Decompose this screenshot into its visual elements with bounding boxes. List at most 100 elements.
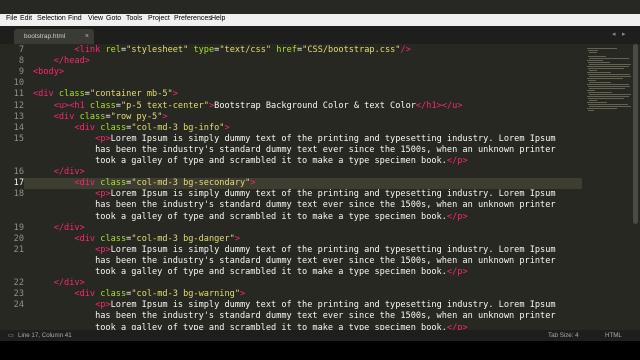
line-number: 11 bbox=[13, 89, 24, 100]
line-number: 18 bbox=[13, 189, 24, 200]
menu-find[interactable]: Find bbox=[68, 15, 82, 22]
code-line[interactable]: took a galley of type and scrambled it t… bbox=[33, 267, 468, 278]
minimap[interactable] bbox=[583, 44, 631, 330]
line-number bbox=[0, 156, 24, 167]
status-icon: ▭ bbox=[8, 332, 14, 339]
code-line[interactable]: <div class="col-md-3 bg-secondary"> bbox=[33, 178, 255, 189]
menu-preferences[interactable]: Preferences bbox=[174, 15, 212, 22]
minimap-line bbox=[587, 48, 617, 49]
scrollbar-thumb[interactable] bbox=[633, 44, 638, 224]
code-line[interactable]: <p>Lorem Ipsum is simply dummy text of t… bbox=[33, 189, 556, 200]
minimap-line bbox=[589, 64, 631, 65]
code-line[interactable]: </div> bbox=[33, 167, 85, 178]
menu-view[interactable]: View bbox=[88, 15, 103, 22]
minimap-line bbox=[588, 92, 612, 93]
code-line[interactable]: took a galley of type and scrambled it t… bbox=[33, 156, 468, 167]
code-line[interactable]: <p>Lorem Ipsum is simply dummy text of t… bbox=[33, 245, 556, 256]
line-number: 17 bbox=[13, 178, 24, 189]
minimap-line bbox=[589, 76, 631, 77]
line-number bbox=[0, 256, 24, 267]
code-line[interactable]: has been the industry's standard dummy t… bbox=[33, 311, 555, 322]
minimap-line bbox=[588, 80, 596, 81]
minimap-line bbox=[587, 84, 629, 85]
line-number: 22 bbox=[13, 278, 24, 289]
minimap-line bbox=[587, 66, 629, 67]
close-icon[interactable]: × bbox=[85, 29, 89, 44]
code-line[interactable]: <u><h1 class="p-5 text-center">Bootstrap… bbox=[33, 101, 463, 112]
line-number: 16 bbox=[13, 167, 24, 178]
minimap-line bbox=[588, 62, 610, 63]
minimap-line bbox=[588, 98, 624, 99]
menu-bar: File Edit Selection Find View Goto Tools Projec… bbox=[0, 14, 640, 26]
line-number: 19 bbox=[13, 222, 24, 233]
code-line[interactable]: took a galley of type and scrambled it t… bbox=[33, 323, 468, 331]
minimap-line bbox=[588, 50, 598, 51]
line-number: 13 bbox=[13, 111, 24, 122]
code-editor[interactable]: 7 <link rel="stylesheet" type="text/css"… bbox=[0, 44, 582, 330]
tab-scroll-right-icon[interactable]: ▸ bbox=[622, 30, 626, 38]
line-number: 24 bbox=[13, 300, 24, 311]
minimap-line bbox=[589, 106, 631, 107]
minimap-line bbox=[587, 96, 629, 97]
status-position: Line 17, Column 41 bbox=[18, 332, 72, 339]
minimap-line bbox=[589, 82, 611, 83]
minimap-line bbox=[589, 70, 597, 71]
vertical-scrollbar[interactable] bbox=[631, 44, 640, 330]
minimap-line bbox=[587, 60, 603, 61]
code-line[interactable]: <p>Lorem Ipsum is simply dummy text of t… bbox=[33, 134, 556, 145]
status-bar: ▭ Line 17, Column 41 Tab Size: 4 HTML bbox=[0, 330, 640, 341]
minimap-line bbox=[587, 108, 617, 109]
code-line[interactable]: took a galley of type and scrambled it t… bbox=[33, 212, 468, 223]
code-line[interactable]: <div class="row py-5"> bbox=[33, 112, 168, 123]
code-line[interactable]: <p>Lorem Ipsum is simply dummy text of t… bbox=[33, 300, 556, 311]
minimap-line bbox=[589, 58, 629, 59]
code-line[interactable]: <div class="col-md-3 bg-warning"> bbox=[33, 289, 245, 300]
line-number: 9 bbox=[18, 67, 24, 78]
tab-label: bootstrap.html bbox=[24, 33, 66, 40]
code-line[interactable]: <link rel="stylesheet" type="text/css" h… bbox=[33, 45, 410, 56]
minimap-line bbox=[588, 86, 630, 87]
line-number: 7 bbox=[18, 45, 24, 55]
minimap-line bbox=[589, 52, 597, 53]
line-number bbox=[0, 311, 24, 322]
code-line[interactable]: <div class="container mb-5"> bbox=[33, 89, 178, 100]
minimap-line bbox=[589, 88, 625, 89]
menu-help[interactable]: Help bbox=[211, 15, 225, 22]
minimap-line bbox=[588, 68, 624, 69]
line-number bbox=[0, 145, 24, 156]
menu-goto[interactable]: Goto bbox=[106, 15, 121, 22]
minimap-line bbox=[587, 78, 623, 79]
line-number: 10 bbox=[13, 78, 24, 89]
code-line[interactable]: </div> bbox=[33, 278, 85, 289]
code-line[interactable]: has been the industry's standard dummy t… bbox=[33, 145, 555, 156]
code-line[interactable]: </div> bbox=[33, 223, 85, 234]
menu-project[interactable]: Project bbox=[148, 15, 170, 22]
minimap-line bbox=[588, 110, 594, 111]
minimap-line bbox=[587, 72, 611, 73]
code-line[interactable]: <body> bbox=[33, 67, 64, 78]
sublime-window: File Edit Selection Find View Goto Tools Projec… bbox=[0, 0, 640, 341]
line-number bbox=[0, 323, 24, 331]
code-line[interactable]: <div class="col-md-3 bg-info"> bbox=[33, 123, 229, 134]
tab-scroll-left-icon[interactable]: ◂ bbox=[612, 30, 616, 38]
tab-bar: bootstrap.html × ◂ ▸ bbox=[0, 26, 640, 44]
line-number: 12 bbox=[13, 100, 24, 111]
menu-edit[interactable]: Edit bbox=[20, 15, 32, 22]
minimap-line bbox=[589, 94, 631, 95]
code-line[interactable]: </head> bbox=[33, 56, 90, 67]
line-number: 21 bbox=[13, 244, 24, 255]
code-line[interactable]: <div class="col-md-3 bg-danger"> bbox=[33, 234, 240, 245]
status-syntax[interactable]: HTML bbox=[605, 330, 622, 341]
menu-file[interactable]: File bbox=[6, 15, 17, 22]
menu-tools[interactable]: Tools bbox=[126, 15, 142, 22]
line-number: 23 bbox=[13, 289, 24, 300]
line-number: 8 bbox=[18, 56, 24, 67]
line-number: 20 bbox=[13, 233, 24, 244]
line-number bbox=[0, 267, 24, 278]
minimap-line bbox=[587, 90, 595, 91]
tab-bootstrap-html[interactable]: bootstrap.html × bbox=[14, 29, 94, 44]
menu-selection[interactable]: Selection bbox=[37, 15, 66, 22]
status-tab-size[interactable]: Tab Size: 4 bbox=[548, 330, 579, 341]
code-line[interactable]: has been the industry's standard dummy t… bbox=[33, 200, 555, 211]
code-line[interactable]: has been the industry's standard dummy t… bbox=[33, 256, 555, 267]
